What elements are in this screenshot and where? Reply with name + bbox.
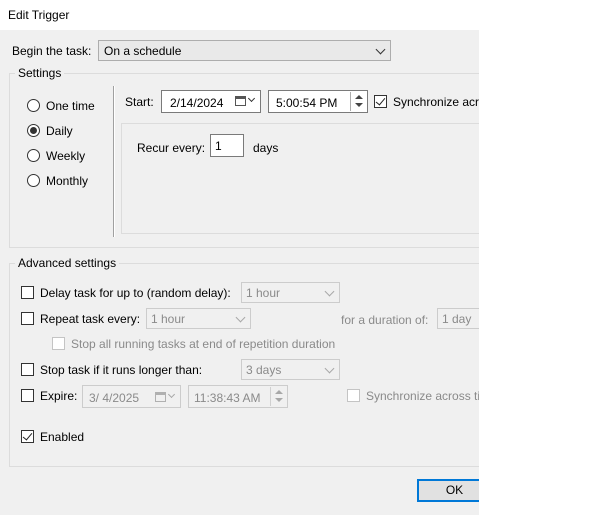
- chevron-down-icon: [375, 44, 386, 55]
- delay-task-dropdown: 1 hour: [241, 282, 340, 303]
- enabled-label[interactable]: Enabled: [40, 430, 84, 444]
- delay-task-value: 1 hour: [246, 286, 281, 300]
- chevron-down-icon[interactable]: [247, 94, 256, 103]
- recur-every-label: Recur every:: [137, 141, 206, 155]
- stop-longer-label[interactable]: Stop task if it runs longer than:: [40, 363, 202, 377]
- settings-group-title: Settings: [15, 66, 65, 80]
- monthly-radio[interactable]: [27, 174, 40, 187]
- begin-task-label: Begin the task:: [12, 44, 92, 58]
- repeat-task-checkbox[interactable]: [21, 312, 34, 325]
- time-spinner[interactable]: [350, 92, 367, 111]
- expire-sync-label: Synchronize across tin: [366, 389, 479, 403]
- synchronize-checkbox[interactable]: [374, 95, 387, 108]
- synchronize-label[interactable]: Synchronize acro: [393, 95, 479, 109]
- chevron-down-icon: [235, 312, 246, 323]
- spin-up-icon: [275, 390, 283, 394]
- begin-task-value: On a schedule: [104, 44, 182, 58]
- stop-all-label: Stop all running tasks at end of repetit…: [71, 337, 336, 351]
- delay-task-checkbox[interactable]: [21, 286, 34, 299]
- spin-down-icon: [275, 398, 283, 402]
- checkmark-icon: [22, 430, 33, 441]
- recur-every-input[interactable]: 1: [210, 134, 244, 157]
- stop-longer-dropdown: 3 days: [241, 359, 340, 380]
- settings-divider: [113, 86, 115, 237]
- repeat-task-label[interactable]: Repeat task every:: [40, 312, 140, 326]
- duration-label: for a duration of:: [341, 313, 429, 327]
- daily-radio[interactable]: [27, 124, 40, 137]
- one-time-label[interactable]: One time: [46, 99, 95, 113]
- repeat-task-dropdown: 1 hour: [146, 308, 251, 329]
- daily-label[interactable]: Daily: [46, 124, 73, 138]
- start-label: Start:: [125, 95, 154, 109]
- calendar-icon: [155, 392, 166, 402]
- chevron-down-icon: [167, 390, 176, 399]
- stop-longer-checkbox[interactable]: [21, 363, 34, 376]
- expire-time-value: 11:38:43 AM: [194, 391, 261, 405]
- stop-longer-value: 3 days: [246, 363, 282, 377]
- spin-down-icon[interactable]: [355, 103, 363, 107]
- expire-sync-checkbox: [347, 389, 360, 402]
- delay-task-label[interactable]: Delay task for up to (random delay):: [40, 286, 231, 300]
- window-title: Edit Trigger: [8, 8, 70, 22]
- duration-dropdown: 1 day: [437, 308, 479, 329]
- duration-value: 1 day: [442, 312, 472, 326]
- recur-unit-label: days: [253, 141, 279, 155]
- monthly-label[interactable]: Monthly: [46, 174, 88, 188]
- start-time-picker[interactable]: 5:00:54 PM: [268, 90, 368, 113]
- advanced-settings-title: Advanced settings: [15, 256, 120, 270]
- start-time-value: 5:00:54 PM: [276, 96, 338, 110]
- start-date-picker[interactable]: 2/14/2024: [161, 90, 261, 113]
- calendar-icon[interactable]: [235, 96, 246, 106]
- chevron-down-icon: [324, 363, 335, 374]
- enabled-checkbox[interactable]: [21, 430, 34, 443]
- expire-date-value: 3/ 4/2025: [89, 391, 140, 405]
- expire-time-picker: 11:38:43 AM: [188, 385, 288, 408]
- ok-button[interactable]: OK: [417, 479, 479, 502]
- edit-trigger-dialog: Edit Trigger Begin the task: On a schedu…: [0, 0, 479, 515]
- chevron-down-icon: [324, 286, 335, 297]
- title-bar: Edit Trigger: [0, 0, 479, 30]
- checkmark-icon: [375, 95, 386, 106]
- expire-label[interactable]: Expire:: [40, 389, 77, 403]
- time-spinner: [270, 387, 287, 406]
- expire-date-picker: 3/ 4/2025: [82, 385, 181, 408]
- start-date-value: 2/14/2024: [170, 96, 224, 110]
- one-time-radio[interactable]: [27, 99, 40, 112]
- begin-task-dropdown[interactable]: On a schedule: [98, 40, 391, 61]
- repeat-task-value: 1 hour: [151, 312, 186, 326]
- recur-value: 1: [215, 139, 222, 153]
- recurrence-panel: [121, 123, 479, 234]
- expire-checkbox[interactable]: [21, 389, 34, 402]
- weekly-radio[interactable]: [27, 149, 40, 162]
- spin-up-icon[interactable]: [355, 95, 363, 99]
- stop-all-checkbox: [52, 337, 65, 350]
- weekly-label[interactable]: Weekly: [46, 149, 85, 163]
